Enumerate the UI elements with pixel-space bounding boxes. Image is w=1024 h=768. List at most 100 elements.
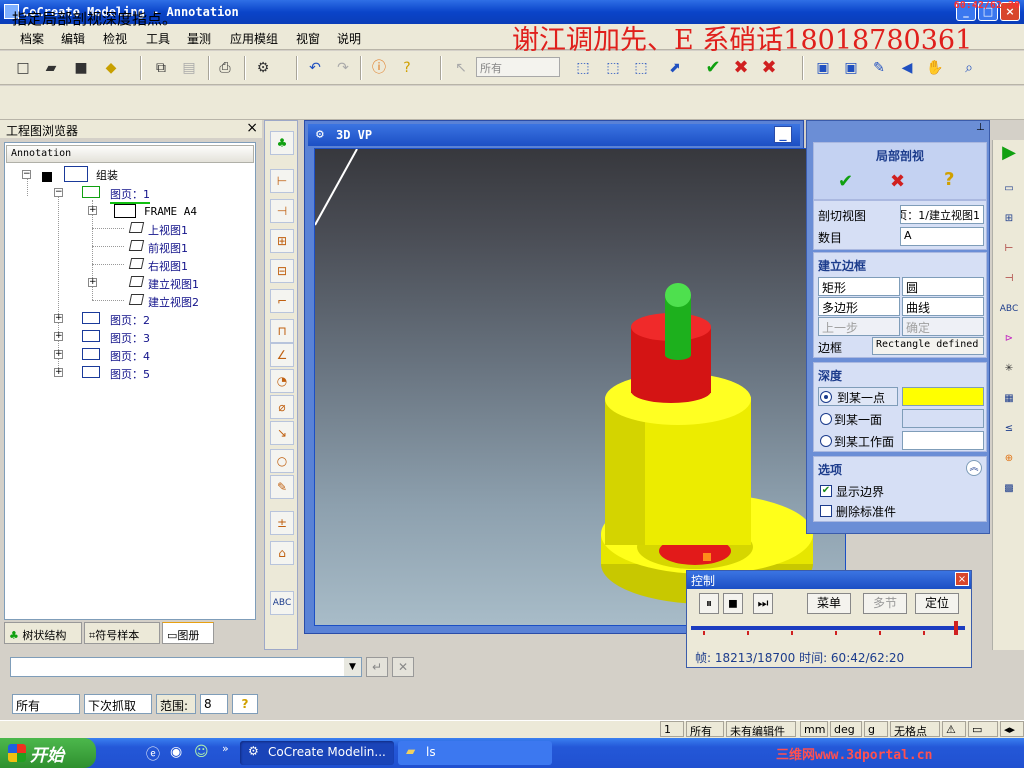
panel-accept-icon[interactable]: ✔ <box>838 171 853 192</box>
diameter-dim-icon[interactable]: ⌀ <box>270 395 294 419</box>
snap-help-icon[interactable]: ? <box>232 694 258 714</box>
scroll-arrows-icon[interactable]: ◂▸ <box>1000 721 1024 737</box>
messenger-icon[interactable]: ☺ <box>194 744 209 760</box>
sheet1-toggle[interactable]: − <box>54 188 63 197</box>
angle-dim-icon[interactable]: ∠ <box>270 343 294 367</box>
depth-workplane-radio[interactable] <box>820 435 832 447</box>
clear-icon[interactable]: ✕ <box>392 657 414 677</box>
tab-book[interactable]: ▭图册 <box>162 622 214 644</box>
sheet-toggle[interactable]: + <box>54 332 63 341</box>
hatch-icon[interactable]: ▩ <box>997 478 1021 500</box>
tree-view-top[interactable]: 上视图1 <box>148 222 188 238</box>
ordinate-dim-icon[interactable]: ⊟ <box>270 259 294 283</box>
depth-face-field[interactable] <box>902 409 984 428</box>
tree-sheet-4[interactable]: 图页：4 <box>110 348 150 364</box>
select-pointer-icon[interactable]: ↖ <box>450 57 472 79</box>
menu-measure[interactable]: 量测 <box>187 30 211 47</box>
load-part-icon[interactable]: ◆ <box>100 57 122 79</box>
pan-icon[interactable]: ✋ <box>924 57 946 79</box>
stop-icon[interactable]: ◼ <box>723 593 743 614</box>
circle-dim-icon[interactable]: ○ <box>270 449 294 473</box>
menu-tools[interactable]: 工具 <box>146 30 170 47</box>
rectangle-button[interactable]: 矩形 <box>818 277 900 296</box>
3d-viewport-canvas[interactable] <box>314 148 846 626</box>
tree-view-create-2[interactable]: 建立视图2 <box>148 294 199 310</box>
menu-view[interactable]: 检视 <box>103 30 127 47</box>
zoom-icon[interactable]: ⌕ <box>958 57 980 79</box>
paste-icon[interactable]: ▤ <box>178 57 200 79</box>
cancel-all-icon[interactable]: ✖ <box>758 57 780 79</box>
dim-chain-icon[interactable]: ⊣ <box>997 268 1021 290</box>
text-plus-icon[interactable]: ± <box>270 511 294 535</box>
dimension-chain-icon[interactable]: ⊣ <box>270 199 294 223</box>
weld-icon[interactable]: ⊕ <box>997 448 1021 470</box>
chamfer-dim-icon[interactable]: ⌐ <box>270 289 294 313</box>
depth-workplane-field[interactable] <box>902 431 984 450</box>
menu-edit[interactable]: 编辑 <box>61 30 85 47</box>
radius-dim-icon[interactable]: ◔ <box>270 369 294 393</box>
tree-sheet-5[interactable]: 图页：5 <box>110 366 150 382</box>
previous-view-icon[interactable]: ◀ <box>896 57 918 79</box>
view-edit-icon[interactable]: ✎ <box>868 57 890 79</box>
balloon-icon[interactable]: ⊳ <box>997 328 1021 350</box>
undo-icon[interactable]: ↶ <box>304 57 326 79</box>
depth-face-radio[interactable] <box>820 413 832 425</box>
sheet-toggle[interactable]: + <box>54 350 63 359</box>
select-add-icon[interactable]: ⬚ <box>602 57 624 79</box>
print-icon[interactable]: ⎙ <box>214 57 236 79</box>
polygon-button[interactable]: 多边形 <box>818 297 900 316</box>
pause-icon[interactable]: ⏸ <box>699 593 719 614</box>
help-icon[interactable]: ? <box>396 57 418 79</box>
sheet-toggle[interactable]: + <box>54 368 63 377</box>
collapse-chevron-icon[interactable]: ︽ <box>966 460 982 476</box>
symbol-icon[interactable]: ✳ <box>997 358 1021 380</box>
sheet-toggle[interactable]: + <box>54 314 63 323</box>
chevron-down-icon[interactable]: ▼ <box>344 658 361 676</box>
quicklaunch-icon[interactable]: ◉ <box>170 744 182 760</box>
new-file-icon[interactable]: □ <box>12 57 34 79</box>
depth-point-field[interactable] <box>902 387 984 406</box>
show-boundary-checkbox[interactable]: ✔ <box>820 485 832 497</box>
enter-icon[interactable]: ↵ <box>366 657 388 677</box>
tree-view-right[interactable]: 右视图1 <box>148 258 188 274</box>
select-tool-icon[interactable]: ⬚ <box>572 57 594 79</box>
abc-icon[interactable]: ABC <box>997 298 1021 320</box>
select-remove-icon[interactable]: ⬚ <box>630 57 652 79</box>
menu-window[interactable]: 视窗 <box>296 30 320 47</box>
tree-view-create-1[interactable]: 建立视图1 <box>148 276 199 292</box>
selection-filter-select[interactable]: 所有 <box>476 57 560 77</box>
tab-tree[interactable]: ♣ 树状结构 <box>4 622 82 644</box>
abc-text-icon[interactable]: ABC <box>270 591 294 615</box>
task-folder[interactable]: ▰ ls <box>398 741 552 765</box>
tab-symbols[interactable]: ⌗符号样本 <box>84 622 160 644</box>
range-input[interactable]: 8 <box>200 694 228 714</box>
number-field[interactable]: A <box>900 227 984 246</box>
step-forward-icon[interactable]: ⏭ <box>753 593 773 614</box>
datum-icon[interactable]: ≤ <box>997 418 1021 440</box>
cancel-icon[interactable]: ✖ <box>730 57 752 79</box>
command-input[interactable] <box>10 657 362 677</box>
ie-icon[interactable]: ⓔ <box>146 744 160 764</box>
start-button[interactable]: 开始 <box>0 738 96 768</box>
open-folder-icon[interactable]: ▰ <box>40 57 62 79</box>
task-cocreate[interactable]: ⚙ CoCreate Modelin... <box>240 741 394 765</box>
tree-root[interactable]: 组装 <box>96 167 118 183</box>
confirm-button[interactable]: 确定 <box>902 317 984 336</box>
tree-view-front[interactable]: 前视图1 <box>148 240 188 256</box>
frame-toggle[interactable]: + <box>88 206 97 215</box>
info-icon[interactable]: ⓘ <box>368 57 390 79</box>
table-icon[interactable]: ▦ <box>997 388 1021 410</box>
previous-step-button[interactable]: 上一步 <box>818 317 900 336</box>
copy-icon[interactable]: ⧉ <box>150 57 172 79</box>
panel-cancel-icon[interactable]: ✖ <box>890 171 905 192</box>
tree-frame[interactable]: FRAME A4 <box>144 205 197 218</box>
circle-button[interactable]: 圆 <box>902 277 984 296</box>
next-snap-select[interactable]: 下次抓取 <box>84 694 152 714</box>
zoom-box-icon[interactable]: ▣ <box>840 57 862 79</box>
menu-help[interactable]: 说明 <box>337 30 361 47</box>
settings-icon[interactable]: ⚙ <box>252 57 274 79</box>
tree-tool-icon[interactable]: ♣ <box>270 131 294 155</box>
expand-icon[interactable]: » <box>222 742 229 755</box>
window-icon[interactable]: ▭ <box>997 178 1021 200</box>
menu-file[interactable]: 档案 <box>20 30 44 47</box>
